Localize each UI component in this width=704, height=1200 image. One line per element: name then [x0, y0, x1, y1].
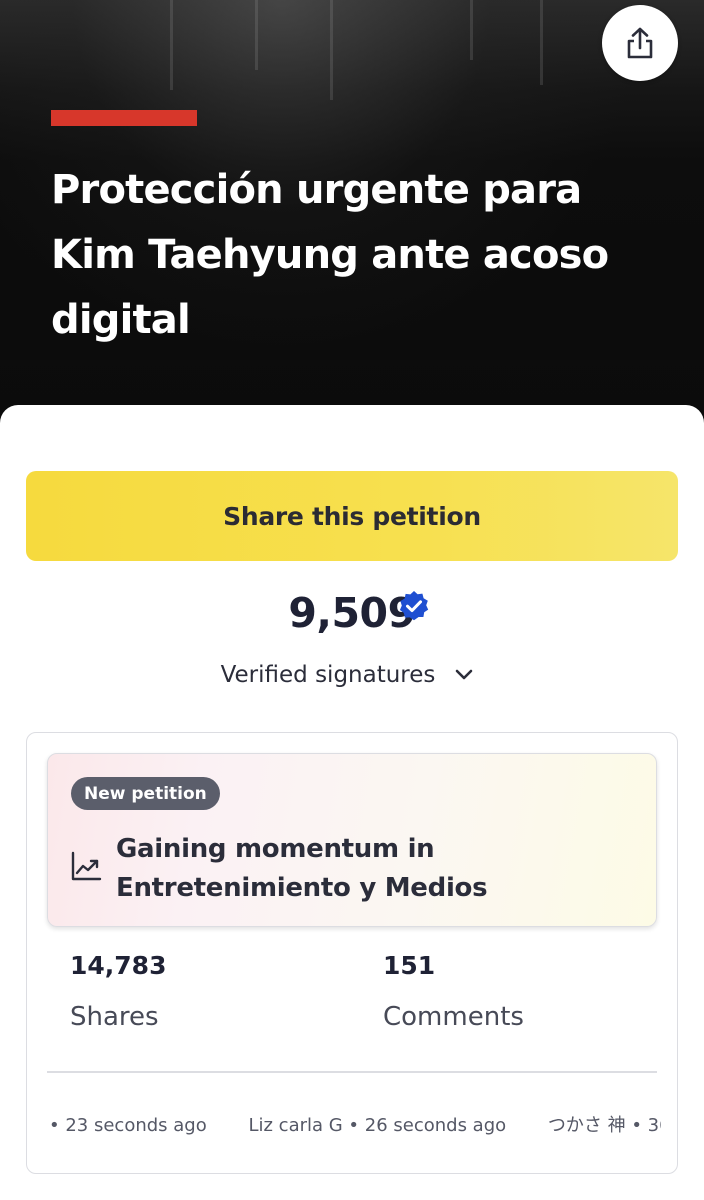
hero-background-streak	[330, 0, 333, 100]
share-upload-icon	[627, 27, 653, 59]
momentum-banner: New petition Gaining momentum in Entrete…	[47, 753, 657, 927]
share-petition-button[interactable]: Share this petition	[26, 471, 678, 561]
new-petition-badge: New petition	[71, 777, 220, 810]
recent-signer-item: Liz carla G • 26 seconds ago	[248, 1115, 507, 1136]
hero-background-streak	[170, 0, 173, 90]
verified-signatures-label: Verified signatures	[220, 662, 436, 688]
verified-signatures-toggle[interactable]: Verified signatures	[0, 661, 704, 689]
comments-label: Comments	[383, 1002, 524, 1032]
verified-check-icon	[399, 591, 429, 621]
share-button[interactable]	[602, 5, 678, 81]
hero-background-streak	[540, 0, 543, 85]
comments-stat[interactable]: 151 Comments	[383, 951, 524, 1032]
trending-up-icon	[71, 851, 102, 881]
comments-value: 151	[383, 951, 436, 980]
hero-background-streak	[255, 0, 258, 70]
petition-hero: Protección urgente para Kim Taehyung ant…	[0, 0, 704, 430]
recent-signer-item: • 23 seconds ago	[49, 1115, 207, 1136]
petition-card: Share this petition 9,509 Verified signa…	[0, 405, 704, 1200]
recent-signer-item: つかさ 神 • 36 seconds ago	[547, 1115, 661, 1136]
petition-stats-panel: New petition Gaining momentum in Entrete…	[26, 732, 678, 1174]
recent-signers-ticker: • 23 seconds ago Liz carla G • 26 second…	[49, 1111, 661, 1141]
shares-stat: 14,783 Shares	[70, 951, 166, 1032]
signature-count-value: 9,509	[288, 589, 416, 637]
hero-background-streak	[470, 0, 473, 60]
petition-title: Protección urgente para Kim Taehyung ant…	[51, 167, 609, 343]
signature-count: 9,509	[0, 589, 704, 637]
title-accent-bar	[51, 110, 197, 126]
momentum-text: Gaining momentum in Entretenimiento y Me…	[116, 834, 488, 903]
shares-value: 14,783	[70, 951, 167, 980]
shares-label: Shares	[70, 1002, 159, 1032]
divider	[47, 1071, 657, 1073]
chevron-down-icon	[445, 661, 483, 689]
